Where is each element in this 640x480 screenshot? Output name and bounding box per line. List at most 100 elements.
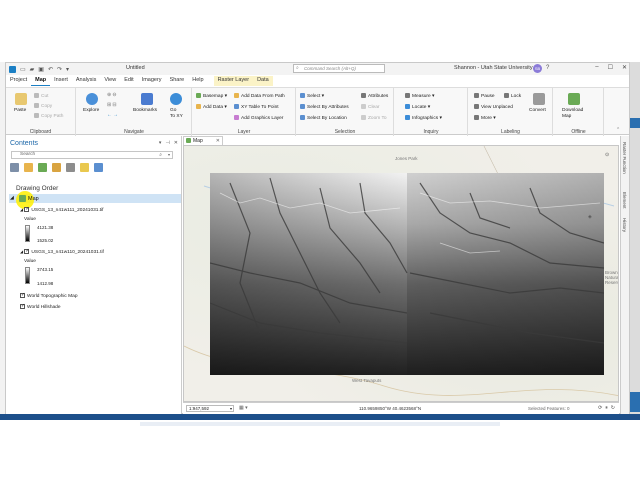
bookmarks-icon[interactable] xyxy=(141,93,153,105)
pane-menu-icon[interactable]: ▾ xyxy=(159,140,162,146)
redo-icon[interactable]: ↷ xyxy=(57,66,62,73)
status-toggle-icons[interactable]: ▦ ▾ xyxy=(239,405,248,411)
layer-row[interactable]: ◢ USGS_13_n41w110_20241031.tif xyxy=(20,248,104,255)
map-compass-icon[interactable]: ⊙ xyxy=(605,152,609,158)
list-by-drawing-order-icon[interactable] xyxy=(10,163,19,172)
select-by-location-button[interactable]: Select By Location xyxy=(300,115,347,121)
ribbon: Paste Cut Copy Copy Path Clipboard Explo… xyxy=(6,87,629,136)
copy-path-button[interactable]: Copy Path xyxy=(34,113,63,119)
undo-icon[interactable]: ↶ xyxy=(48,66,53,73)
command-search-input[interactable]: ⌕ Command Search (Alt+Q) xyxy=(293,64,385,73)
explore-button[interactable]: Explore xyxy=(83,108,99,113)
minimize-icon[interactable]: – xyxy=(595,64,598,71)
xy-table-to-point-button[interactable]: XY Table To Point xyxy=(234,104,279,110)
cut-button[interactable]: Cut xyxy=(34,93,48,99)
lock-button[interactable]: Lock xyxy=(504,93,521,99)
scale-selector[interactable]: 1:947,592 ▾ xyxy=(186,405,234,412)
layer-visibility-checkbox[interactable] xyxy=(24,248,30,254)
map-nav-icon[interactable]: ◈ xyxy=(588,214,592,220)
tab-view[interactable]: View xyxy=(100,76,120,86)
pin-icon[interactable]: ⊣ xyxy=(165,140,169,146)
refresh-icon[interactable]: ⟳ xyxy=(598,405,602,411)
zoom-full-icon[interactable]: ⊕ ⊖ xyxy=(107,93,116,98)
select-by-attributes-button[interactable]: Select By Attributes xyxy=(300,104,349,110)
tab-imagery[interactable]: Imagery xyxy=(138,76,166,86)
download-map-button[interactable]: Download Map xyxy=(562,108,583,120)
layer-visibility-checkbox[interactable] xyxy=(24,206,30,212)
list-by-editing-icon[interactable] xyxy=(52,163,61,172)
new-project-icon[interactable]: ▭ xyxy=(20,66,26,73)
copy-button[interactable]: Copy xyxy=(34,103,52,109)
map-node-label[interactable]: Map xyxy=(28,196,39,202)
close-icon[interactable]: ✕ xyxy=(622,64,627,71)
expand-icon[interactable]: ◢ xyxy=(10,196,14,201)
pane-close-icon[interactable]: ✕ xyxy=(174,140,178,146)
help-icon[interactable]: ? xyxy=(546,65,549,71)
basemap-button[interactable]: Basemap ▾ xyxy=(196,93,227,99)
tab-analysis[interactable]: Analysis xyxy=(72,76,100,86)
download-map-icon[interactable] xyxy=(568,93,580,105)
tab-map[interactable]: Map xyxy=(31,76,51,86)
layer-visibility-checkbox[interactable] xyxy=(20,303,25,309)
clear-button[interactable]: Clear xyxy=(361,104,379,110)
tab-insert[interactable]: Insert xyxy=(50,76,72,86)
add-data-button[interactable]: Add Data ▾ xyxy=(196,104,227,110)
bookmarks-button[interactable]: Bookmarks xyxy=(133,108,157,113)
layer-row[interactable]: ◢ USGS_13_n41w111_20241031.tif xyxy=(20,206,104,213)
explore-icon[interactable] xyxy=(86,93,98,105)
convert-button[interactable]: Convert xyxy=(529,108,546,113)
tab-project[interactable]: Project xyxy=(6,76,31,86)
tab-raster-layer[interactable]: Raster Layer xyxy=(213,76,254,86)
tab-element[interactable]: Element xyxy=(622,192,627,209)
pause-button[interactable]: Pause xyxy=(474,93,495,99)
add-data-from-path-button[interactable]: Add Data From Path xyxy=(234,93,285,99)
signed-in-user[interactable]: Shannon - Utah State University xyxy=(454,65,533,71)
layer-row[interactable]: World Hillshade xyxy=(20,303,61,310)
add-graphics-layer-button[interactable]: Add Graphics Layer xyxy=(234,115,283,121)
list-by-source-icon[interactable] xyxy=(24,163,33,172)
list-by-selection-icon[interactable] xyxy=(38,163,47,172)
infographics-button[interactable]: Infographics ▾ xyxy=(405,115,442,121)
tab-map-view[interactable]: Map ✕ xyxy=(183,136,223,145)
chevron-down-icon[interactable]: ▾ xyxy=(168,152,170,158)
go-to-xy-button[interactable]: Go To XY xyxy=(170,108,183,120)
avatar[interactable]: SB xyxy=(533,64,542,73)
tab-help[interactable]: Help xyxy=(188,76,207,86)
locate-button[interactable]: Locate ▾ xyxy=(405,104,430,110)
list-by-labeling-icon[interactable] xyxy=(80,163,89,172)
close-icon[interactable]: ✕ xyxy=(216,137,220,145)
arcgis-pro-window: ▭ ▰ ▣ ↶ ↷ ▾ Untitled ⌕ Command Search (Al… xyxy=(5,62,630,414)
open-project-icon[interactable]: ▰ xyxy=(30,66,35,73)
measure-button[interactable]: Measure ▾ xyxy=(405,93,434,99)
view-unplaced-button[interactable]: View Unplaced xyxy=(474,104,513,110)
previous-extent-icon[interactable]: ← → xyxy=(107,113,118,118)
pause-drawing-icon[interactable]: ⏸ xyxy=(605,405,608,411)
convert-icon[interactable] xyxy=(533,93,545,105)
paste-icon[interactable] xyxy=(15,93,27,105)
save-icon[interactable]: ▣ xyxy=(38,66,44,73)
collapse-ribbon-icon[interactable]: ⌃ xyxy=(616,128,620,133)
list-by-snapping-icon[interactable] xyxy=(66,163,75,172)
fixed-zoom-icon[interactable]: ⊞ ⊟ xyxy=(107,103,116,108)
contents-search-input[interactable]: Search ⌕ ▾ xyxy=(11,151,173,159)
tab-edit[interactable]: Edit xyxy=(120,76,137,86)
customize-icon[interactable]: ▾ xyxy=(66,66,69,73)
refresh-map-icon[interactable]: ↻ xyxy=(611,405,615,411)
maximize-icon[interactable]: ☐ xyxy=(608,64,613,71)
attributes-button[interactable]: Attributes xyxy=(361,93,388,99)
zoom-to-button[interactable]: Zoom To xyxy=(361,115,387,121)
layer-row[interactable]: World Topographic Map xyxy=(20,292,77,299)
chevron-down-icon[interactable]: ▾ xyxy=(230,406,232,411)
more-button[interactable]: More ▾ xyxy=(474,115,496,121)
list-by-perspective-icon[interactable] xyxy=(94,163,103,172)
layer-visibility-checkbox[interactable] xyxy=(20,292,25,298)
select-icon xyxy=(300,93,305,98)
tab-share[interactable]: Share xyxy=(166,76,189,86)
select-button[interactable]: Select ▾ xyxy=(300,93,324,99)
go-to-xy-icon[interactable] xyxy=(170,93,182,105)
paste-button[interactable]: Paste xyxy=(14,108,26,113)
tab-history[interactable]: History xyxy=(622,218,627,232)
tab-raster-function[interactable]: Raster Function xyxy=(622,142,627,174)
map-view[interactable]: Jones Park West Tavaputs Brown Natural R… xyxy=(183,145,619,402)
tab-data[interactable]: Data xyxy=(253,76,273,86)
